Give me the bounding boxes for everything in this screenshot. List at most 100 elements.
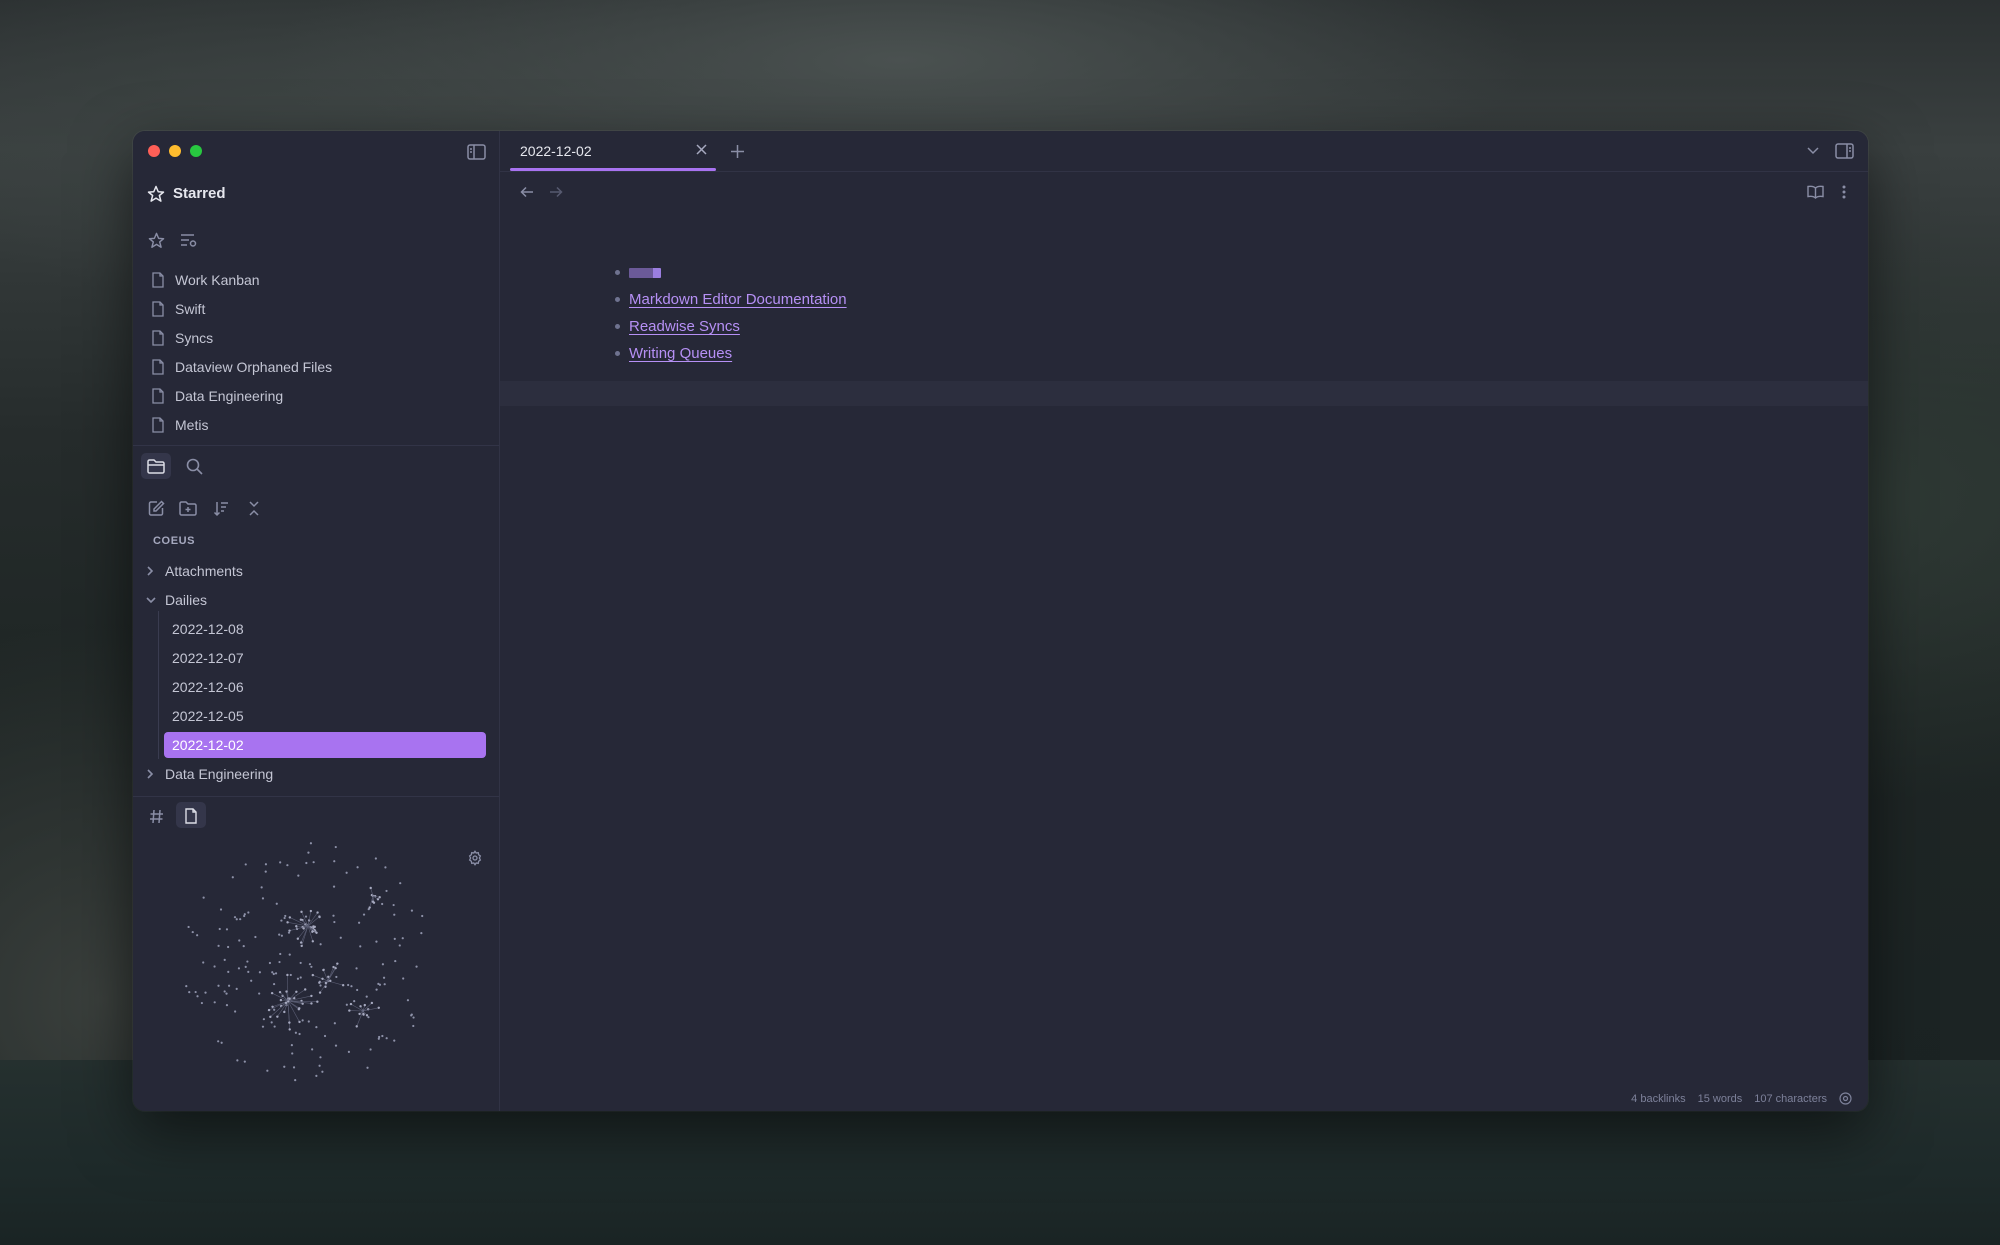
graph-node: [334, 1044, 338, 1047]
graph-node: [274, 972, 278, 975]
right-sidebar-toggle-icon[interactable]: [1834, 142, 1854, 160]
graph-node: [381, 1034, 384, 1038]
star-current-file-icon[interactable]: [147, 231, 165, 249]
graph-node: [420, 931, 423, 935]
sort-icon[interactable]: [212, 499, 230, 517]
new-note-icon[interactable]: [147, 499, 165, 517]
graph-node: [401, 937, 404, 940]
file-tree: Attachments Dailies 2022-12-08 2022-12-0…: [145, 556, 491, 788]
starred-item-dataview-orphaned-files[interactable]: Dataview Orphaned Files: [151, 352, 332, 381]
tab-list-chevron-down-icon[interactable]: [1804, 142, 1822, 160]
graph-node: [378, 1035, 381, 1039]
search-icon[interactable]: [185, 457, 203, 475]
graph-node: [332, 965, 335, 969]
close-icon[interactable]: [695, 143, 708, 161]
graph-node: [304, 915, 308, 918]
folder-dailies[interactable]: Dailies: [145, 585, 491, 614]
graph-node: [369, 886, 372, 890]
main-editor-pane: 2022-12-02 Markdown Editor Documentation…: [500, 131, 1868, 1111]
graph-node: [310, 1002, 313, 1005]
graph-node: [244, 863, 247, 866]
new-folder-icon[interactable]: [179, 499, 197, 517]
graph-node: [394, 959, 397, 963]
graph-node: [283, 1065, 286, 1068]
graph-node: [272, 972, 275, 976]
graph-node: [246, 960, 249, 963]
starred-item-metis[interactable]: Metis: [151, 410, 332, 439]
starred-item-data-engineering[interactable]: Data Engineering: [151, 381, 332, 410]
internal-link[interactable]: Markdown Editor Documentation: [629, 291, 847, 308]
file-2022-12-07[interactable]: 2022-12-07: [145, 643, 491, 672]
list-item: Readwise Syncs: [610, 313, 847, 340]
file-icon: [152, 300, 164, 317]
graph-node: [243, 1060, 246, 1063]
graph-node: [301, 1019, 304, 1022]
graph-node: [376, 898, 380, 901]
starred-item-work-kanban[interactable]: Work Kanban: [151, 265, 332, 294]
graph-node: [309, 909, 313, 913]
backlinks-count[interactable]: 4 backlinks: [1631, 1093, 1685, 1105]
graph-node: [202, 961, 205, 964]
graph-view[interactable]: [173, 831, 443, 1091]
file-icon: [152, 416, 164, 433]
gear-icon[interactable]: [466, 849, 484, 867]
graph-node: [273, 1008, 276, 1011]
graph-node: [318, 915, 321, 918]
graph-node: [283, 1010, 286, 1014]
file-2022-12-06[interactable]: 2022-12-06: [145, 672, 491, 701]
graph-node: [276, 1015, 279, 1018]
sidebar-toggle-icon[interactable]: [466, 143, 486, 161]
vault-name[interactable]: COEUS: [153, 535, 195, 547]
graph-node: [289, 973, 292, 977]
more-options-icon[interactable]: [1838, 183, 1850, 201]
file-label: 2022-12-07: [172, 649, 244, 666]
collapse-all-icon[interactable]: [245, 499, 263, 517]
file-2022-12-08[interactable]: 2022-12-08: [145, 614, 491, 643]
graph-node: [375, 988, 378, 991]
graph-node: [311, 940, 315, 943]
new-tab-icon[interactable]: [728, 142, 746, 160]
maximize-window-button[interactable]: [190, 145, 202, 157]
graph-node: [359, 945, 362, 948]
graph-node: [217, 1040, 220, 1043]
file-2022-12-05[interactable]: 2022-12-05: [145, 701, 491, 730]
graph-node: [370, 1001, 374, 1005]
back-arrow-icon[interactable]: [518, 183, 536, 201]
graph-node: [237, 967, 241, 970]
close-window-button[interactable]: [148, 145, 160, 157]
graph-node: [225, 992, 228, 995]
folder-attachments[interactable]: Attachments: [145, 556, 491, 585]
graph-node: [399, 882, 402, 885]
starred-item-syncs[interactable]: Syncs: [151, 323, 332, 352]
graph-node: [355, 967, 358, 970]
graph-node: [262, 1018, 265, 1021]
internal-link[interactable]: Writing Queues: [629, 345, 732, 362]
minimize-window-button[interactable]: [169, 145, 181, 157]
tab-2022-12-02[interactable]: 2022-12-02: [510, 131, 716, 171]
sync-status-icon[interactable]: [1839, 1092, 1852, 1105]
graph-node: [225, 928, 229, 931]
reading-view-book-icon[interactable]: [1806, 183, 1824, 201]
graph-node: [334, 966, 337, 970]
forward-arrow-icon[interactable]: [547, 183, 565, 201]
starred-item-swift[interactable]: Swift: [151, 294, 332, 323]
graph-node: [233, 916, 237, 919]
graph-node: [191, 930, 194, 934]
graph-node: [278, 990, 282, 994]
internal-link[interactable]: Readwise Syncs: [629, 318, 740, 335]
chevron-right-icon: [145, 565, 161, 577]
star-group-settings-icon[interactable]: [179, 231, 197, 249]
graph-node: [350, 985, 353, 988]
graph-node: [318, 981, 321, 984]
graph-node: [307, 851, 310, 854]
starred-header[interactable]: Starred: [173, 185, 226, 202]
note-content[interactable]: Markdown Editor Documentation Readwise S…: [610, 259, 847, 367]
graph-node: [288, 1021, 291, 1024]
graph-node: [310, 994, 313, 998]
graph-node: [258, 971, 261, 974]
graph-node: [218, 927, 221, 931]
tags-hash-icon[interactable]: [147, 807, 165, 825]
folder-data-engineering[interactable]: Data Engineering: [145, 759, 491, 788]
graph-node: [297, 874, 300, 877]
file-2022-12-02-active[interactable]: 2022-12-02: [164, 732, 486, 758]
